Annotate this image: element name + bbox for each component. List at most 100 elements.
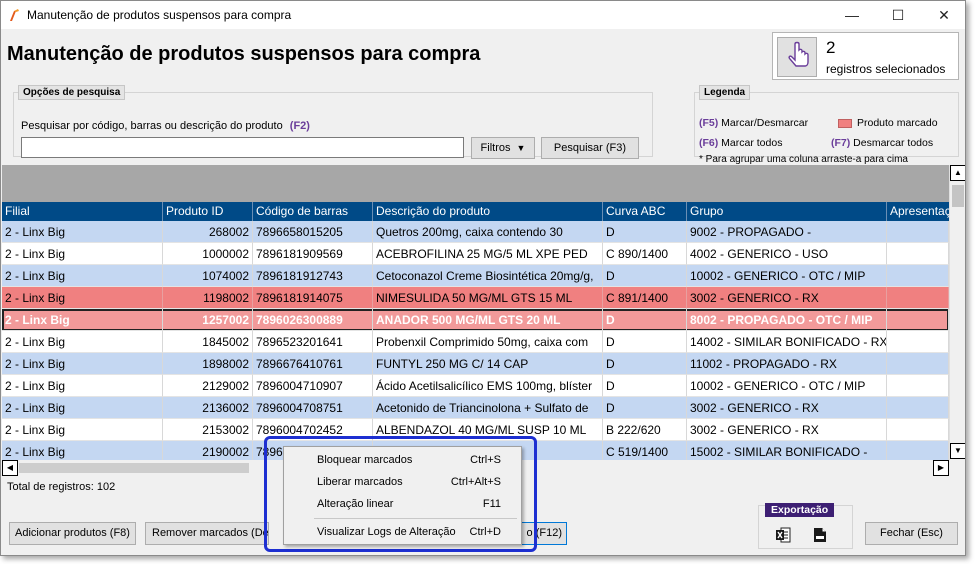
table-row[interactable]: 2 - Linx Big 2129002 7896004710907 Ácido Ac… xyxy=(2,375,949,397)
scroll-right-icon[interactable]: ▶ xyxy=(933,460,949,476)
minimize-button[interactable]: — xyxy=(829,1,875,29)
legend-group: Legenda (F5) Marcar/Desmarcar Produto ma… xyxy=(694,85,959,165)
menu-item-release-marked[interactable]: Liberar marcados Ctrl+Alt+S xyxy=(284,471,521,493)
cell-grupo: 10002 - GENERICO - OTC / MIP xyxy=(687,375,887,397)
table-row[interactable]: 2 - Linx Big 2136002 7896004708751 Acetonid… xyxy=(2,397,949,419)
col-codigo-barras[interactable]: Código de barras xyxy=(253,202,373,221)
cell-grupo: 14002 - SIMILAR BONIFICADO - RX xyxy=(687,331,887,353)
cell-barras: 7896658015205 xyxy=(253,221,373,243)
scroll-down-icon[interactable]: ▼ xyxy=(950,443,965,459)
col-filial[interactable]: Filial xyxy=(2,202,163,221)
remove-marked-button[interactable]: Remover marcados (De xyxy=(145,522,269,545)
cell-barras: 7896026300889 xyxy=(253,309,373,331)
cell-grupo: 8002 - PROPAGADO - OTC / MIP xyxy=(687,309,887,331)
cell-grupo: 3002 - GENERICO - RX xyxy=(687,287,887,309)
legend-f6: (F6) Marcar todos xyxy=(699,137,782,149)
menu-item-shortcut: Ctrl+Alt+S xyxy=(450,476,501,488)
maximize-button[interactable]: ☐ xyxy=(875,1,921,29)
cell-filial: 2 - Linx Big xyxy=(2,243,163,265)
cell-curva: C 519/1400 xyxy=(603,441,687,460)
cell-filial: 2 - Linx Big xyxy=(2,309,163,331)
table-row[interactable]: 2 - Linx Big 1000002 7896181909569 ACEBROFI… xyxy=(2,243,949,265)
filters-dropdown[interactable]: Filtros ▼ xyxy=(471,137,535,159)
table-row[interactable]: 2 - Linx Big 1198002 7896181914075 NIMESULI… xyxy=(2,287,949,309)
menu-item-block-marked[interactable]: Bloquear marcados Ctrl+S xyxy=(284,449,521,471)
cell-apres xyxy=(887,221,949,243)
selected-label: registros selecionados xyxy=(826,62,946,76)
cell-apres xyxy=(887,397,949,419)
cell-apres xyxy=(887,243,949,265)
cell-descricao: Quetros 200mg, caixa contendo 30 xyxy=(373,221,603,243)
menu-item-label: Liberar marcados xyxy=(317,476,403,488)
chevron-down-icon: ▼ xyxy=(516,143,526,153)
cell-apres xyxy=(887,375,949,397)
menu-item-shortcut: F11 xyxy=(482,498,501,510)
cell-grupo: 10002 - GENERICO - OTC / MIP xyxy=(687,265,887,287)
table-row[interactable]: 2 - Linx Big 1898002 7896676410761 FUNTYL 2… xyxy=(2,353,949,375)
menu-item-shortcut: Ctrl+S xyxy=(470,454,501,466)
window-title: Manutenção de produtos suspensos para co… xyxy=(27,8,292,22)
cell-apres xyxy=(887,441,949,460)
cell-id: 2129002 xyxy=(163,375,253,397)
table-row[interactable]: 2 - Linx Big 1257002 7896026300889 ANADOR 5… xyxy=(2,309,949,331)
legend-f5-key: (F5) xyxy=(699,117,719,129)
products-grid: Filial Produto ID Código de barras Descr… xyxy=(2,202,949,460)
group-by-area[interactable] xyxy=(2,165,949,202)
cell-barras: 7896181909569 xyxy=(253,243,373,265)
vertical-scrollbar[interactable]: ▲ ▼ xyxy=(949,165,965,460)
table-row[interactable]: 2 - Linx Big 1845002 7896523201641 Probenxi… xyxy=(2,331,949,353)
search-shortcut: (F2) xyxy=(289,120,310,132)
scroll-up-icon[interactable]: ▲ xyxy=(950,165,965,181)
cell-barras: 7896004708751 xyxy=(253,397,373,419)
col-produto-id[interactable]: Produto ID xyxy=(163,202,253,221)
filters-label: Filtros xyxy=(480,142,511,154)
cell-curva: D xyxy=(603,375,687,397)
cell-curva: D xyxy=(603,309,687,331)
cell-id: 2153002 xyxy=(163,419,253,441)
menu-item-view-logs[interactable]: Visualizar Logs de Alteração Ctrl+D xyxy=(284,521,521,543)
cell-filial: 2 - Linx Big xyxy=(2,331,163,353)
cell-barras: 7896004710907 xyxy=(253,375,373,397)
cell-descricao: NIMESULIDA 50 MG/ML GTS 15 ML xyxy=(373,287,603,309)
add-products-button[interactable]: Adicionar produtos (F8) xyxy=(9,522,136,545)
cell-grupo: 11002 - PROPAGADO - RX xyxy=(687,353,887,375)
cell-descricao: FUNTYL 250 MG C/ 14 CAP xyxy=(373,353,603,375)
col-apresentacao[interactable]: Apresentaç xyxy=(887,202,949,221)
cell-curva: C 891/1400 xyxy=(603,287,687,309)
table-row[interactable]: 2 - Linx Big 1074002 7896181912743 Cetocona… xyxy=(2,265,949,287)
legend-f5: (F5) Marcar/Desmarcar xyxy=(699,117,808,129)
cell-filial: 2 - Linx Big xyxy=(2,419,163,441)
menu-separator xyxy=(314,518,517,519)
cell-apres xyxy=(887,265,949,287)
cell-id: 268002 xyxy=(163,221,253,243)
close-button[interactable]: ✕ xyxy=(921,1,965,29)
cell-grupo: 3002 - GENERICO - RX xyxy=(687,397,887,419)
col-grupo[interactable]: Grupo xyxy=(687,202,887,221)
menu-item-label: Visualizar Logs de Alteração xyxy=(317,526,456,538)
cell-id: 1257002 xyxy=(163,309,253,331)
col-descricao[interactable]: Descrição do produto xyxy=(373,202,603,221)
total-records: Total de registros: 102 xyxy=(7,481,116,493)
excel-icon[interactable] xyxy=(775,527,791,543)
col-curva-abc[interactable]: Curva ABC xyxy=(603,202,687,221)
menu-item-linear-change[interactable]: Alteração linear F11 xyxy=(284,493,521,515)
pdf-file-icon[interactable] xyxy=(813,527,827,543)
horizontal-scroll-thumb[interactable] xyxy=(19,463,249,473)
search-input[interactable] xyxy=(21,137,464,158)
search-label: Pesquisar por código, barras ou descriçã… xyxy=(21,120,283,132)
legend-f6-key: (F6) xyxy=(699,137,719,149)
cell-descricao: ACEBROFILINA 25 MG/5 ML XPE PED xyxy=(373,243,603,265)
vertical-scroll-thumb[interactable] xyxy=(952,185,964,207)
cell-filial: 2 - Linx Big xyxy=(2,353,163,375)
search-button[interactable]: Pesquisar (F3) xyxy=(541,137,639,159)
cell-curva: C 890/1400 xyxy=(603,243,687,265)
selection-button[interactable] xyxy=(777,37,817,77)
scroll-left-icon[interactable]: ◀ xyxy=(2,460,18,476)
cell-grupo: 3002 - GENERICO - RX xyxy=(687,419,887,441)
menu-item-label: Alteração linear xyxy=(317,498,394,510)
cell-apres xyxy=(887,353,949,375)
close-window-button[interactable]: Fechar (Esc) xyxy=(865,522,958,545)
marked-color-swatch xyxy=(838,119,852,128)
legend-f7: (F7) Desmarcar todos xyxy=(831,137,933,149)
table-row[interactable]: 2 - Linx Big 268002 7896658015205 Quetros 2… xyxy=(2,221,949,243)
